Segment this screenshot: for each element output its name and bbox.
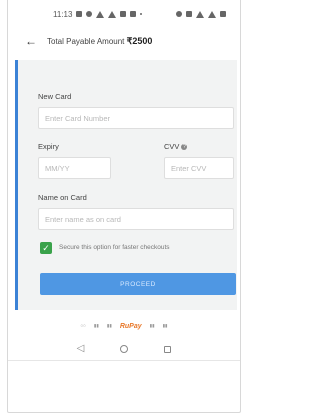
notification-icon [108, 10, 117, 18]
payment-logos: ○○ ▮▮ ▮▮ RuPay ▮▮ ▮▮ [8, 318, 240, 334]
battery-icon [220, 11, 226, 17]
vibrate-icon [186, 11, 192, 17]
alarm-icon [176, 11, 182, 17]
name-on-card-input[interactable]: Enter name as on card [38, 208, 234, 230]
status-bar: 11:13 [8, 0, 240, 28]
notification-icon [86, 11, 93, 17]
checkmark-icon: ✓ [42, 242, 50, 253]
save-option-checkbox[interactable]: ✓ [40, 242, 52, 254]
back-arrow-icon[interactable]: ← [25, 35, 37, 47]
secure-payment-icon: ○○ [80, 322, 86, 328]
cvv-label: CVV? [164, 142, 188, 151]
total-payable-label: Total Payable Amount [47, 36, 125, 46]
notification-icon [120, 11, 127, 17]
notification-icon [130, 11, 137, 17]
total-payable-amount: ₹2500 [126, 35, 153, 46]
nav-recents-icon[interactable] [164, 345, 172, 353]
expiry-input[interactable]: MM/YY [38, 157, 111, 179]
status-left: 11:13 [53, 9, 143, 19]
nav-back-icon[interactable]: ◁ [77, 344, 85, 354]
expiry-label: Expiry [38, 142, 59, 151]
system-nav-bar: ◁ [8, 338, 240, 361]
mastercard-securecode-icon: ▮▮ [106, 322, 112, 328]
signal-icon [208, 10, 216, 18]
card-form-panel: New Card Enter Card Number Expiry MM/YY … [15, 60, 237, 310]
proceed-button[interactable]: PROCEED [40, 273, 236, 295]
verified-by-visa-icon: ▮▮ [93, 322, 99, 328]
name-on-card-label: Name on Card [38, 193, 87, 202]
card-number-label: New Card [38, 92, 72, 101]
help-icon[interactable]: ? [181, 144, 188, 151]
notification-icon [96, 10, 105, 18]
total-payable: Total Payable Amount ₹2500 [47, 36, 152, 47]
cvv-label-text: CVV [164, 142, 180, 151]
rupay-logo-text: RuPay [119, 322, 142, 330]
save-option-text: Secure this option for faster checkouts [59, 244, 170, 251]
wifi-icon [196, 10, 204, 18]
status-time: 11:13 [53, 9, 73, 19]
safekey-icon: ▮▮ [149, 322, 155, 328]
rupay-logo: RuPay [120, 323, 142, 330]
status-right [176, 10, 226, 18]
cvv-input[interactable]: Enter CVV [164, 157, 234, 179]
pci-dss-icon: ▮▮ [162, 322, 168, 328]
card-number-input[interactable]: Enter Card Number [38, 107, 234, 129]
app-frame: 11:13 ← Total Payable Amount ₹2500 New C… [7, 0, 241, 413]
nav-home-icon[interactable] [120, 345, 129, 353]
page-header: ← Total Payable Amount ₹2500 [8, 28, 240, 54]
more-notifications-icon [140, 13, 143, 15]
notification-icon [76, 11, 83, 17]
